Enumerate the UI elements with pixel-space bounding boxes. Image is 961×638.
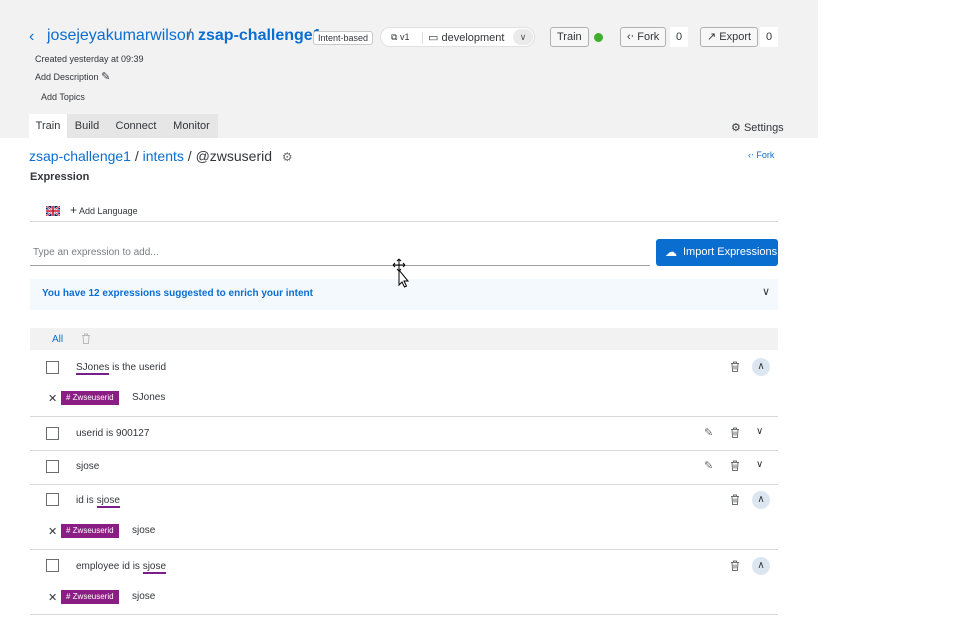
remove-entity-icon[interactable]: ✕ xyxy=(48,392,57,405)
export-count: 0 xyxy=(760,27,779,47)
bot-header: ‹ josejeyakumarwilson / zsap-challenge1 … xyxy=(0,0,818,138)
version-label: ⧉ v1 xyxy=(391,32,410,42)
mouse-cursor-icon xyxy=(392,258,410,288)
suggestion-text: You have 12 expressions suggested to enr… xyxy=(42,288,313,299)
expression-text[interactable]: employee id is sjose xyxy=(76,561,167,574)
add-language-button[interactable]: + Add Language xyxy=(70,203,138,217)
gear-icon[interactable]: ⚙ xyxy=(282,150,293,164)
entity-highlight[interactable]: sjose xyxy=(142,561,167,574)
bot-name[interactable]: zsap-challenge1 xyxy=(198,27,322,45)
expression-text[interactable]: id is sjose xyxy=(76,495,120,508)
monitor-icon: ▭ xyxy=(428,32,439,44)
chevron-down-icon[interactable]: ∨ xyxy=(756,459,763,470)
export-icon: ↗ xyxy=(707,31,717,43)
remove-entity-icon[interactable]: ✕ xyxy=(48,525,57,538)
version-icon: ⧉ xyxy=(391,32,398,42)
trash-icon[interactable] xyxy=(730,460,740,474)
expression-checkbox[interactable] xyxy=(46,361,59,374)
entity-value: sjose xyxy=(132,591,156,602)
chevron-down-icon[interactable]: ∨ xyxy=(756,426,763,437)
title-separator: / xyxy=(187,27,192,44)
breadcrumb-bot-link[interactable]: zsap-challenge1 xyxy=(29,148,131,164)
expression-heading: Expression xyxy=(30,171,90,183)
expression-row: employee id is sjose ∧ ✕ # Zwseuserid sj… xyxy=(30,550,778,615)
fork-count: 0 xyxy=(670,27,689,47)
entity-value: sjose xyxy=(132,525,156,536)
trash-icon[interactable] xyxy=(81,333,91,347)
train-button[interactable]: Train xyxy=(550,27,589,47)
expression-checkbox[interactable] xyxy=(46,493,59,506)
language-row: + Add Language xyxy=(30,200,778,222)
share-icon: ‹‧ xyxy=(748,150,754,160)
tab-connect[interactable]: Connect xyxy=(107,114,165,138)
expression-row: sjose ✎ ∨ xyxy=(30,451,778,485)
bot-type-badge: Intent-based xyxy=(313,31,374,45)
entity-tag[interactable]: # Zwseuserid xyxy=(61,391,119,405)
created-timestamp: Created yesterday at 09:39 xyxy=(35,54,144,64)
settings-button[interactable]: ⚙ Settings xyxy=(731,121,784,134)
breadcrumb: zsap-challenge1 / intents / @zwsuserid ⚙ xyxy=(29,148,293,164)
entity-value: SJones xyxy=(132,392,166,403)
add-topics-link[interactable]: Add Topics xyxy=(41,92,85,102)
bulk-actions-bar: All xyxy=(30,328,778,350)
pencil-icon[interactable]: ✎ xyxy=(704,459,713,472)
gear-icon: ⚙ xyxy=(731,122,741,134)
breadcrumb-intents-link[interactable]: intents xyxy=(143,148,184,164)
entity-highlight[interactable]: sjose xyxy=(96,495,120,508)
uk-flag-icon[interactable] xyxy=(46,206,60,216)
trash-icon[interactable] xyxy=(730,494,740,508)
export-button[interactable]: ↗ Export xyxy=(700,27,759,47)
pencil-icon[interactable]: ✎ xyxy=(704,426,713,439)
add-description-link[interactable]: Add Description ✎ xyxy=(35,70,110,83)
tab-build[interactable]: Build xyxy=(67,114,107,138)
expression-text[interactable]: SJones is the userid xyxy=(76,362,166,375)
fork-button[interactable]: ‹‧ Fork xyxy=(620,27,667,47)
version-environment-selector[interactable]: ⧉ v1 ▭ development ∨ xyxy=(380,27,535,47)
train-status-indicator xyxy=(594,33,603,42)
expression-checkbox[interactable] xyxy=(46,559,59,572)
chevron-up-icon[interactable]: ∧ xyxy=(752,557,770,575)
chevron-up-icon[interactable]: ∧ xyxy=(752,491,770,509)
fork-link[interactable]: ‹‧ Fork xyxy=(748,150,774,161)
expression-row: id is sjose ∧ ✕ # Zwseuserid sjose xyxy=(30,485,778,550)
expression-text[interactable]: userid is 900127 xyxy=(76,428,149,439)
chevron-down-icon[interactable]: ∨ xyxy=(513,29,533,45)
expression-checkbox[interactable] xyxy=(46,460,59,473)
entity-tag[interactable]: # Zwseuserid xyxy=(61,524,119,538)
expression-checkbox[interactable] xyxy=(46,427,59,440)
pencil-icon[interactable]: ✎ xyxy=(101,71,110,83)
trash-icon[interactable] xyxy=(730,560,740,574)
expression-row: userid is 900127 ✎ ∨ xyxy=(30,417,778,451)
expression-text[interactable]: sjose xyxy=(76,461,99,472)
entity-tag[interactable]: # Zwseuserid xyxy=(61,590,119,604)
share-icon: ‹‧ xyxy=(627,31,635,43)
breadcrumb-intent-name: @zwsuserid xyxy=(195,148,273,164)
owner-link[interactable]: josejeyakumarwilson xyxy=(47,27,195,45)
back-chevron-icon[interactable]: ‹ xyxy=(29,28,34,46)
environment-label: ▭ development xyxy=(428,32,505,44)
entity-highlight[interactable]: SJones xyxy=(76,362,110,375)
expression-input[interactable] xyxy=(30,240,650,266)
chevron-down-icon[interactable]: ∨ xyxy=(762,285,770,298)
tab-monitor[interactable]: Monitor xyxy=(165,114,218,138)
import-expressions-button[interactable]: ☁ Import Expressions xyxy=(656,239,778,266)
chevron-up-icon[interactable]: ∧ xyxy=(752,358,770,376)
select-all-link[interactable]: All xyxy=(52,334,63,345)
expression-row: SJones is the userid ∧ ✕ # Zwseuserid SJ… xyxy=(30,351,778,417)
trash-icon[interactable] xyxy=(730,361,740,375)
remove-entity-icon[interactable]: ✕ xyxy=(48,591,57,604)
trash-icon[interactable] xyxy=(730,427,740,441)
tab-train[interactable]: Train xyxy=(29,114,67,138)
divider xyxy=(422,32,423,44)
cloud-upload-icon: ☁ xyxy=(665,245,677,259)
plus-icon: + xyxy=(70,203,78,217)
